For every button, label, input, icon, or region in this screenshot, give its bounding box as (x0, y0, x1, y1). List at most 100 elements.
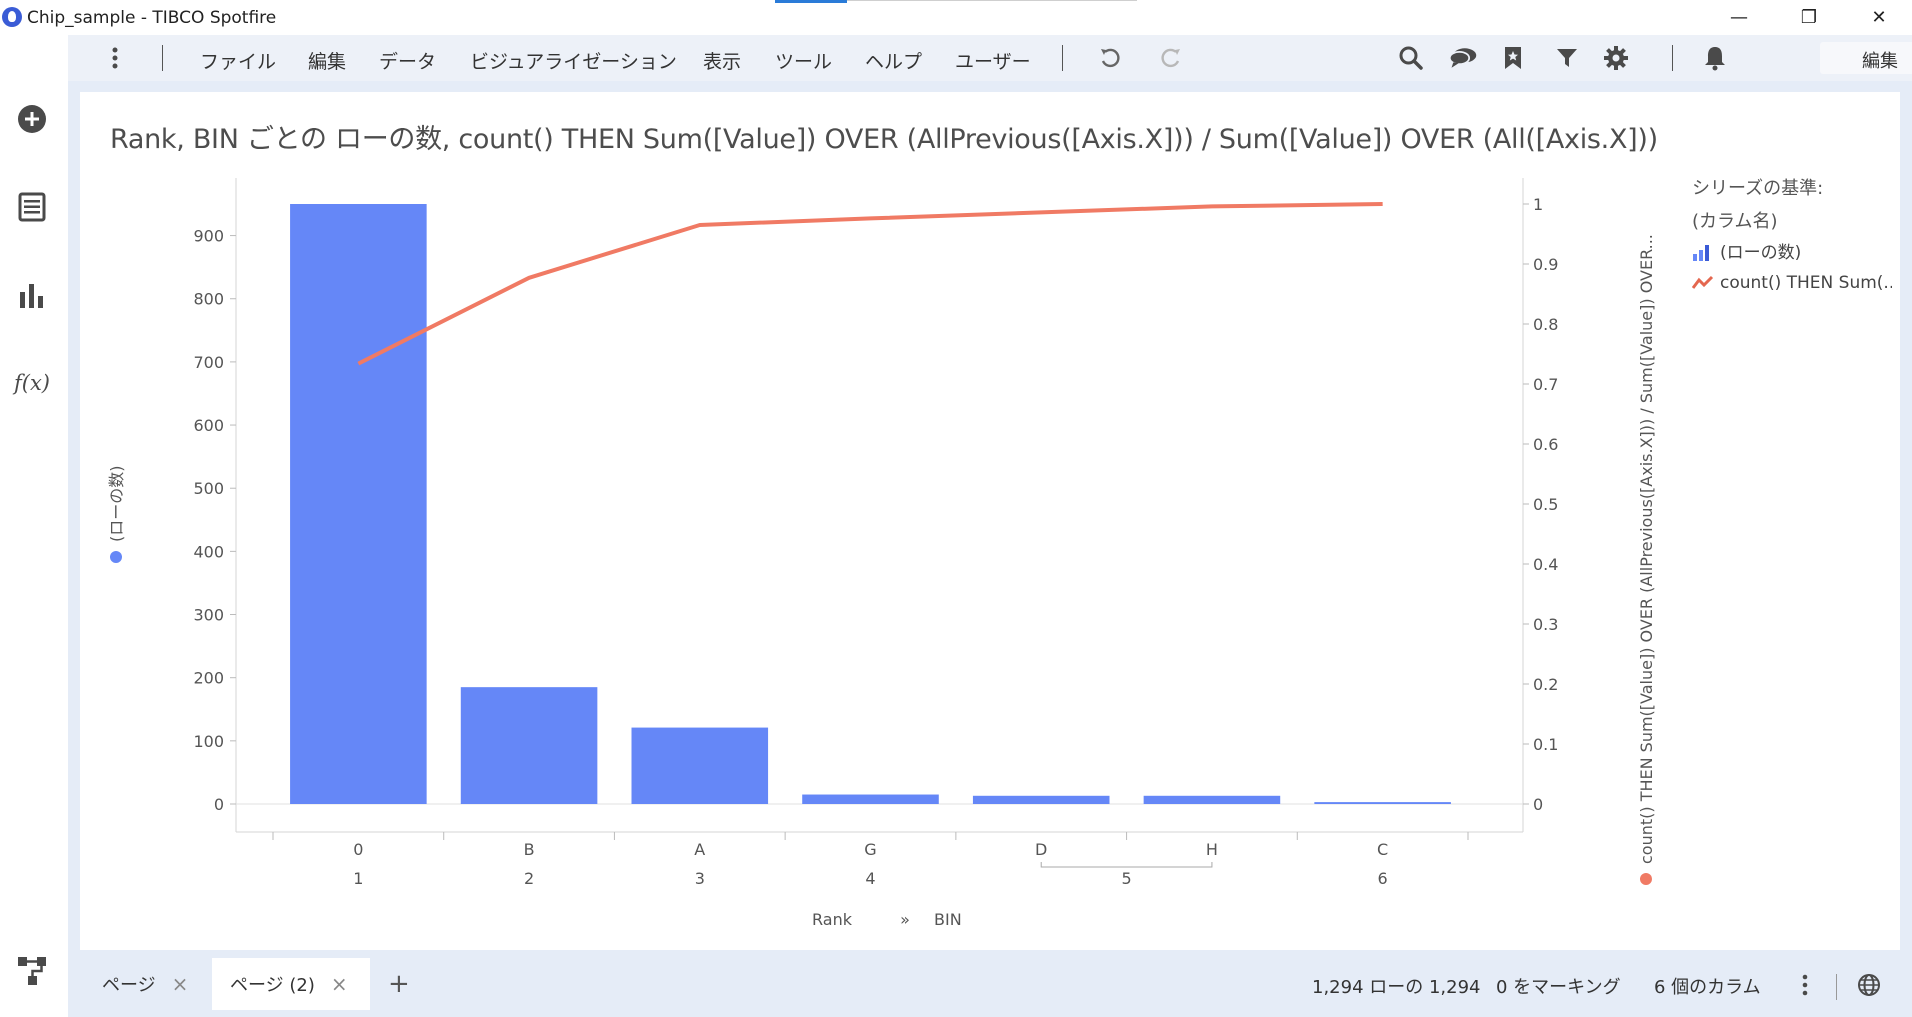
data-table-icon[interactable] (12, 187, 52, 227)
y-tick-label: 500 (193, 479, 224, 498)
spotfire-app-icon (2, 7, 22, 27)
x-group-label: 6 (1378, 869, 1388, 888)
y-tick-label: 700 (193, 353, 224, 372)
y2-tick-label: 0.1 (1533, 735, 1558, 754)
bar-H (1143, 795, 1281, 804)
cumulative-line (357, 202, 1383, 366)
y2-axis-series-dot (1640, 873, 1652, 885)
legend-label-line: count() THEN Sum(... (1720, 273, 1892, 293)
bar-G (802, 794, 939, 804)
filter-icon[interactable] (1552, 43, 1582, 73)
page-tab-bar: ページ × ページ (2) × + 1,294 ローの 1,294 0 をマーキ… (68, 958, 1912, 1017)
y2-tick-label: 1 (1533, 195, 1543, 214)
x-category-label: 0 (353, 840, 363, 859)
bookmark-icon[interactable] (1498, 43, 1528, 73)
status-menu-icon[interactable] (1790, 970, 1820, 1000)
settings-icon[interactable] (1601, 43, 1631, 73)
window-tab-indicator (775, 0, 847, 3)
y2-tick-label: 0.3 (1533, 615, 1558, 634)
menu-data[interactable]: データ (379, 47, 436, 74)
menu-user[interactable]: ユーザー (955, 47, 1031, 74)
search-icon[interactable] (1396, 43, 1426, 73)
x-group-label: 3 (695, 869, 705, 888)
mode-dropdown-label: 編集 (1862, 51, 1898, 72)
window-title: Chip_sample - TIBCO Spotfire (27, 8, 277, 28)
y-tick-label: 800 (193, 290, 224, 309)
undo-icon[interactable] (1095, 43, 1125, 73)
menu-separator (1062, 45, 1063, 71)
x-group-label: 4 (865, 869, 875, 888)
menu-bar: ファイル 編集 データ ビジュアライゼーション 表示 ツール ヘルプ ユーザー … (68, 35, 1912, 81)
x-category-label: C (1377, 840, 1388, 859)
legend-item-bar[interactable]: (ローの数) (1692, 238, 1892, 268)
menu-separator (162, 45, 163, 71)
y2-axis-label: count() THEN Sum([Value]) OVER (AllPrevi… (1637, 234, 1656, 864)
left-sidebar: f(x) (0, 35, 68, 1017)
mode-dropdown[interactable]: 編集 (1820, 42, 1912, 74)
x-category-label: D (1035, 840, 1047, 859)
y-tick-label: 200 (193, 669, 224, 688)
menu-edit[interactable]: 編集 (308, 47, 346, 74)
comments-icon[interactable] (1448, 43, 1478, 73)
column-count-status: 6 個のカラム (1654, 977, 1761, 998)
formula-icon[interactable]: f(x) (12, 363, 52, 403)
menu-file[interactable]: ファイル (200, 47, 276, 74)
y-tick-label: 300 (193, 606, 224, 625)
bar-chart-icon[interactable] (12, 275, 52, 315)
x-group-bracket (1040, 862, 1213, 868)
x-axis-separator: » (900, 910, 910, 929)
restore-button[interactable]: ❐ (1780, 0, 1838, 34)
window-title-bar: Chip_sample - TIBCO Spotfire — ❐ ✕ (0, 0, 1912, 36)
y-axis-label: (ローの数) (107, 466, 126, 543)
combination-chart[interactable]: 0 100 200 300 400 500 600 700 800 900 0 0.1 0.2 0.3 0.… (80, 92, 1900, 950)
bar-D (972, 795, 1110, 804)
legend-title: シリーズの基準: (1692, 178, 1824, 199)
y2-tick-label: 0.8 (1533, 315, 1558, 334)
data-flow-icon[interactable] (12, 951, 52, 991)
close-window-button[interactable]: ✕ (1850, 0, 1908, 34)
x-category-label: H (1206, 840, 1218, 859)
marking-status: 0 をマーキング (1496, 977, 1621, 998)
window-tab-strip (847, 0, 1137, 1)
close-tab-icon[interactable]: × (331, 972, 348, 996)
redo-icon[interactable] (1156, 43, 1186, 73)
x-category-label: G (864, 840, 876, 859)
row-count-status: 1,294 ローの 1,294 (1312, 977, 1481, 998)
page-tab-2[interactable]: ページ (2) × (212, 958, 370, 1010)
more-vertical-icon[interactable] (100, 43, 130, 73)
y-tick-label: 100 (193, 732, 224, 751)
add-page-button[interactable]: + (388, 958, 428, 1010)
y2-tick-label: 0.6 (1533, 435, 1558, 454)
menu-help[interactable]: ヘルプ (865, 47, 922, 74)
page-tab-1[interactable]: ページ × (82, 958, 212, 1010)
add-icon[interactable] (12, 99, 52, 139)
bar-B (460, 687, 598, 804)
close-tab-icon[interactable]: × (172, 972, 189, 996)
y2-tick-label: 0.7 (1533, 375, 1558, 394)
line-series-icon (1692, 275, 1714, 289)
bar-0 (290, 204, 427, 804)
menu-visualization[interactable]: ビジュアライゼーション (470, 47, 677, 74)
notifications-icon[interactable] (1700, 43, 1730, 73)
y-tick-label: 900 (193, 227, 224, 246)
y-tick-label: 400 (193, 542, 224, 561)
y2-tick-label: 0.2 (1533, 675, 1558, 694)
y-tick-label: 600 (193, 416, 224, 435)
legend-subtitle: (カラム名) (1692, 211, 1778, 232)
x-group-label: 1 (353, 869, 363, 888)
minimize-button[interactable]: — (1710, 0, 1768, 34)
visualization-panel[interactable]: Rank, BIN ごとの ローの数, count() THEN Sum([Va… (80, 92, 1900, 950)
legend-item-line[interactable]: count() THEN Sum(... (1692, 268, 1892, 298)
legend-label-bar: (ローの数) (1720, 243, 1802, 263)
page-tab-label: ページ (2) (230, 975, 315, 996)
x-axis-label-rank: Rank (812, 910, 853, 929)
globe-icon[interactable] (1854, 970, 1884, 1000)
bar-A (631, 727, 769, 804)
bar-C (1314, 802, 1451, 804)
x-category-label: B (524, 840, 535, 859)
menu-tools[interactable]: ツール (775, 47, 832, 74)
menu-view[interactable]: 表示 (703, 47, 741, 74)
y2-tick-label: 0 (1533, 795, 1543, 814)
x-axis-label-bin: BIN (934, 910, 962, 929)
y-tick-label: 0 (214, 795, 224, 814)
